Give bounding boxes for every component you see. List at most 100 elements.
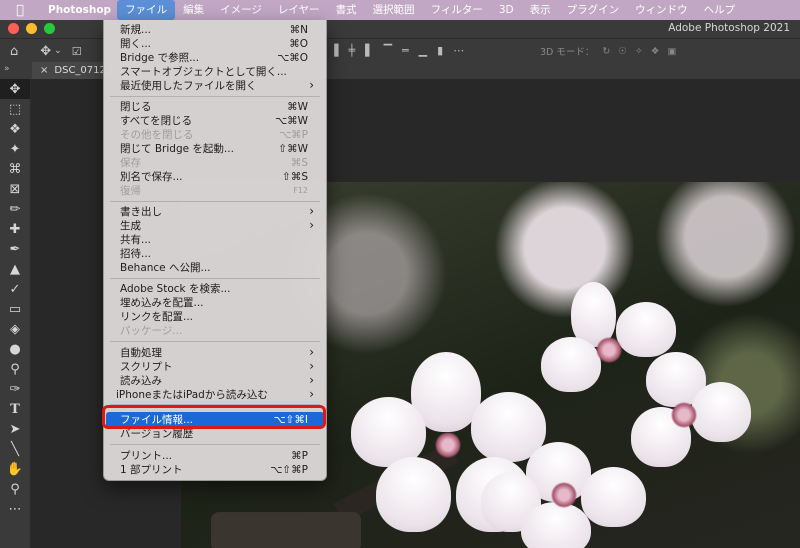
- menu-item-revert: 復帰 F12: [120, 185, 308, 197]
- menu-item-save: 保存 ⌘S: [120, 157, 308, 169]
- chevron-right-icon: ›: [309, 78, 314, 92]
- menu-3d[interactable]: 3D: [491, 0, 522, 20]
- apple-icon[interactable]: : [0, 3, 40, 18]
- more-tools-icon[interactable]: ⋯: [0, 499, 30, 519]
- chevron-right-icon: ›: [309, 373, 314, 387]
- menu-item-close-all[interactable]: すべてを閉じる ⌥⌘W: [104, 114, 326, 128]
- menu-help[interactable]: ヘルプ: [696, 0, 744, 20]
- menu-view[interactable]: 表示: [522, 0, 559, 20]
- menu-item-generate[interactable]: 生成 ›: [104, 219, 326, 233]
- mode-3d-label: 3D モード：: [540, 47, 595, 58]
- menu-plugins[interactable]: プラグイン: [559, 0, 628, 20]
- clone-stamp-icon[interactable]: ▲: [0, 259, 30, 279]
- menu-item-print[interactable]: プリント... ⌘P: [104, 449, 326, 463]
- menu-item-share[interactable]: 共有...: [104, 233, 326, 247]
- menu-image[interactable]: イメージ: [212, 0, 270, 20]
- menu-item-open-smart-object[interactable]: スマートオブジェクトとして開く...: [104, 65, 326, 79]
- chevron-right-icon: ›: [309, 204, 314, 218]
- menu-layer[interactable]: レイヤー: [270, 0, 328, 20]
- close-icon[interactable]: ×: [40, 62, 48, 79]
- traffic-lights: [8, 23, 55, 34]
- chevron-right-icon: ›: [309, 345, 314, 359]
- menu-item-place-linked[interactable]: リンクを配置...: [104, 310, 326, 324]
- move-tool-icon[interactable]: ✥: [40, 44, 51, 59]
- menu-separator: [110, 201, 320, 202]
- move-tool-icon[interactable]: ✥: [0, 79, 30, 99]
- crop-tool-icon[interactable]: ⌘: [0, 159, 30, 179]
- lasso-tool-icon[interactable]: ❖: [0, 119, 30, 139]
- minimize-window-button[interactable]: [26, 23, 37, 34]
- menu-separator: [110, 444, 320, 445]
- app-title: Adobe Photoshop 2021: [668, 22, 790, 34]
- close-window-button[interactable]: [8, 23, 19, 34]
- auto-select-checkbox[interactable]: ☑: [72, 45, 82, 58]
- align-bottom-icon[interactable]: ▁: [419, 44, 427, 57]
- home-icon[interactable]: ⌂: [10, 44, 18, 59]
- menu-item-browse-bridge[interactable]: Bridge で参照... ⌥⌘O: [104, 51, 326, 65]
- eraser-icon[interactable]: ▭: [0, 299, 30, 319]
- more-options-icon[interactable]: ⋯: [453, 44, 464, 57]
- align-right-icon[interactable]: ▌: [365, 44, 373, 57]
- menu-item-import-iphone-ipad[interactable]: iPhoneまたはiPadから読み込む ›: [104, 388, 326, 402]
- brush-tool-icon[interactable]: ✒: [0, 239, 30, 259]
- tools-panel: ✥ ⬚ ❖ ✦ ⌘ ⊠ ✏ ✚ ✒ ▲ ✓ ▭ ◈ ● ⚲ ✑ T ➤ ╲ ✋ …: [0, 79, 31, 548]
- marquee-tool-icon[interactable]: ⬚: [0, 99, 30, 119]
- menu-item-invite[interactable]: 招待...: [104, 247, 326, 261]
- align-left-icon[interactable]: ▐: [330, 44, 338, 57]
- healing-brush-icon[interactable]: ✚: [0, 219, 30, 239]
- path-selection-icon[interactable]: ➤: [0, 419, 30, 439]
- menu-item-automate[interactable]: 自動処理 ›: [104, 346, 326, 360]
- menu-item-import[interactable]: 読み込み ›: [104, 374, 326, 388]
- menu-edit[interactable]: 編集: [175, 0, 212, 20]
- menu-select[interactable]: 選択範囲: [365, 0, 423, 20]
- menu-item-version-history[interactable]: バージョン履歴: [104, 427, 326, 441]
- history-brush-icon[interactable]: ✓: [0, 279, 30, 299]
- menu-item-save-as[interactable]: 別名で保存... ⇧⌘S: [104, 170, 326, 184]
- menu-item-print-one-copy[interactable]: 1 部プリント ⌥⇧⌘P: [104, 463, 326, 477]
- frame-tool-icon[interactable]: ⊠: [0, 179, 30, 199]
- eyedropper-icon[interactable]: ✏: [0, 199, 30, 219]
- menu-item-scripts[interactable]: スクリプト ›: [104, 360, 326, 374]
- menu-item-open[interactable]: 開く... ⌘O: [104, 37, 326, 51]
- dodge-tool-icon[interactable]: ⚲: [0, 359, 30, 379]
- menu-item-search-adobe-stock[interactable]: Adobe Stock を検索...: [104, 282, 326, 296]
- distribute-icon[interactable]: ▮: [437, 44, 443, 57]
- zoom-window-button[interactable]: [44, 23, 55, 34]
- menu-item-close[interactable]: 閉じる ⌘W: [104, 100, 326, 114]
- hand-tool-icon[interactable]: ✋: [0, 459, 30, 479]
- paint-bucket-icon[interactable]: ◈: [0, 319, 30, 339]
- menu-item-place-embedded[interactable]: 埋め込みを配置...: [104, 296, 326, 310]
- menu-item-close-go-bridge[interactable]: 閉じて Bridge を起動... ⇧⌘W: [104, 142, 326, 156]
- align-middle-icon[interactable]: ═: [402, 44, 409, 57]
- chevron-right-icon: ›: [309, 359, 314, 373]
- mode-3d-group: 3D モード： ↻ ☉ ✧ ❖ ▣: [540, 44, 676, 59]
- align-top-icon[interactable]: ▔: [384, 44, 392, 57]
- macos-menu-bar:  Photoshop ファイル 編集 イメージ レイヤー 書式 選択範囲 フィ…: [0, 0, 800, 20]
- blur-tool-icon[interactable]: ●: [0, 339, 30, 359]
- menu-item-open-recent[interactable]: 最近使用したファイルを開く ›: [104, 79, 326, 93]
- drag-3d-icon[interactable]: ✧: [635, 46, 643, 57]
- type-tool-icon[interactable]: T: [0, 399, 30, 419]
- zoom-tool-icon[interactable]: ⚲: [0, 479, 30, 499]
- menu-item-share-behance[interactable]: Behance へ公開...: [104, 261, 326, 275]
- roll-3d-icon[interactable]: ☉: [618, 46, 627, 57]
- menu-item-export[interactable]: 書き出し ›: [104, 205, 326, 219]
- menu-file[interactable]: ファイル: [117, 0, 176, 20]
- menu-window[interactable]: ウィンドウ: [627, 0, 696, 20]
- pen-tool-icon[interactable]: ✑: [0, 379, 30, 399]
- panel-collapse-icon[interactable]: »: [4, 64, 10, 74]
- menu-item-close-others: その他を閉じる ⌥⌘P: [120, 129, 308, 141]
- slide-3d-icon[interactable]: ❖: [651, 46, 660, 57]
- align-center-icon[interactable]: ╪: [348, 44, 355, 57]
- menu-type[interactable]: 書式: [328, 0, 365, 20]
- orbit-3d-icon[interactable]: ↻: [602, 46, 610, 57]
- scale-3d-icon[interactable]: ▣: [667, 46, 676, 57]
- line-tool-icon[interactable]: ╲: [0, 439, 30, 459]
- chevron-down-icon[interactable]: ⌄: [54, 46, 62, 56]
- chevron-right-icon: ›: [309, 218, 314, 232]
- magic-wand-icon[interactable]: ✦: [0, 139, 30, 159]
- menu-photoshop[interactable]: Photoshop: [40, 0, 117, 20]
- highlight-callout: [102, 405, 326, 429]
- menu-item-new[interactable]: 新規... ⌘N: [104, 23, 326, 37]
- menu-filter[interactable]: フィルター: [423, 0, 491, 20]
